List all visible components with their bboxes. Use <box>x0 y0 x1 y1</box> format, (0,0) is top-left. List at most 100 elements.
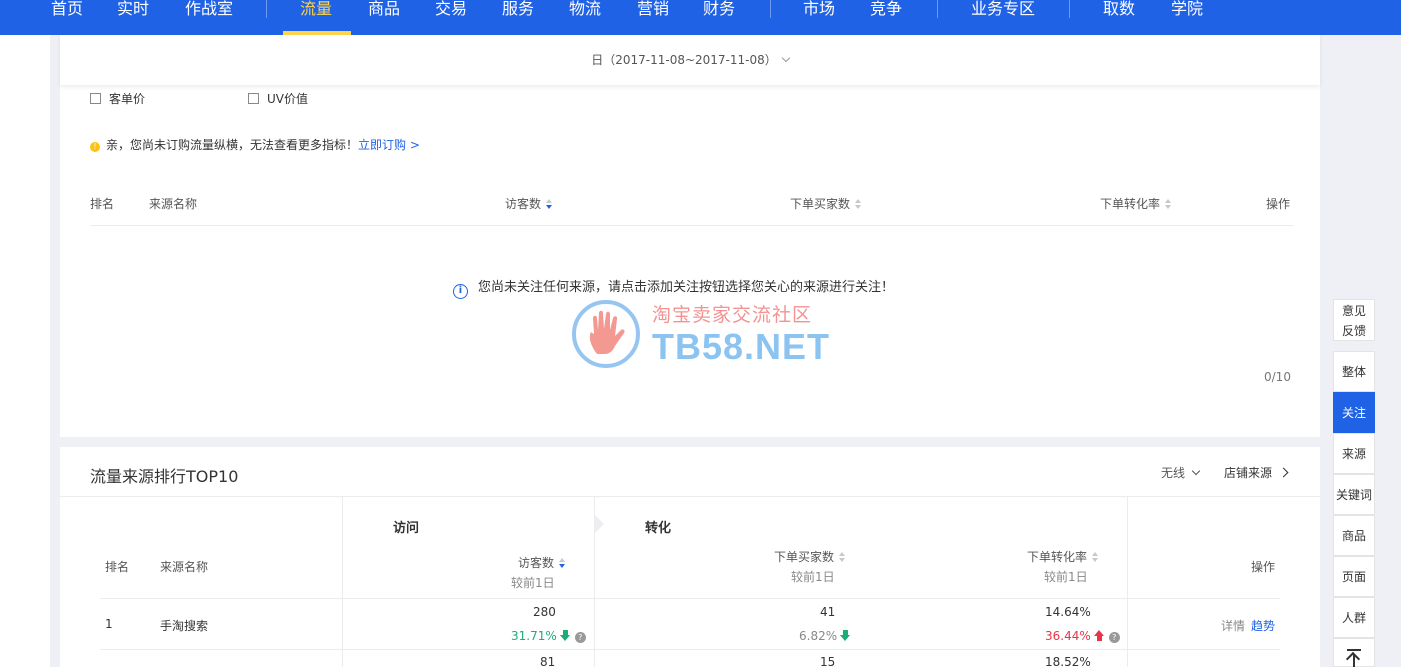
header-source-name: 来源名称 <box>149 197 198 211</box>
top-nav-bar: 首页 实时 作战室 流量 商品 交易 服务 物流 营销 财务 市场 竞争 业务专… <box>0 0 1401 35</box>
row-buyers: 15 <box>820 655 836 667</box>
info-icon: i <box>453 284 468 299</box>
table-divider <box>100 649 1280 650</box>
nav-divider <box>937 0 938 18</box>
arrow-down-icon <box>559 630 571 641</box>
hand-icon <box>589 310 625 354</box>
help-icon[interactable]: ? <box>1108 632 1120 643</box>
sort-icon[interactable] <box>839 552 846 562</box>
feedback-label: 意见反馈 <box>1341 304 1366 338</box>
row-conversion: 18.52% <box>1045 655 1091 667</box>
warning-icon: ! <box>90 142 100 152</box>
sort-icon[interactable] <box>855 199 862 209</box>
row-conversion-change: 36.44%? <box>1045 629 1120 643</box>
date-filter-label: 日（2017-11-08~2017-11-08） <box>591 53 777 67</box>
chevron-right-icon <box>1278 467 1289 478</box>
nav-marketing[interactable]: 营销 <box>637 0 669 35</box>
row-visitors: 280 <box>533 605 556 619</box>
row-buyers-change: 6.82% <box>799 629 851 643</box>
panel-divider <box>60 496 1320 497</box>
sort-icon[interactable] <box>546 199 553 209</box>
row-detail-link[interactable]: 详情 <box>1221 617 1245 634</box>
checkbox-label: 客单价 <box>109 92 146 106</box>
checkbox-label: UV价值 <box>267 92 308 106</box>
sort-icon[interactable] <box>1092 552 1099 562</box>
header-visitors[interactable]: 访客数 <box>518 554 566 571</box>
group-arrow <box>594 514 604 534</box>
chevron-down-icon <box>781 53 791 63</box>
checkbox-uv-value[interactable]: UV价值 <box>248 90 308 107</box>
header-buyers[interactable]: 下单买家数 <box>774 548 846 565</box>
top10-title: 流量来源排行TOP10 <box>90 467 239 486</box>
feedback-button[interactable]: 意见反馈 <box>1333 299 1375 341</box>
column-divider <box>342 497 343 667</box>
nav-academy[interactable]: 学院 <box>1171 0 1203 35</box>
nav-finance[interactable]: 财务 <box>703 0 735 35</box>
nav-market[interactable]: 市场 <box>803 0 835 35</box>
nav-divider <box>266 0 267 18</box>
subscription-notice: ! 亲，您尚未订购流量纵横，无法查看更多指标！立即订购 > <box>90 136 420 153</box>
checkbox-avg-order-value[interactable]: 客单价 <box>90 90 145 107</box>
table-divider <box>100 598 1280 599</box>
left-gutter <box>0 35 50 667</box>
row-buyers: 41 <box>820 605 836 619</box>
header-compare: 较前1日 <box>1044 570 1088 584</box>
row-rank: 1 <box>105 617 113 631</box>
nav-realtime[interactable]: 实时 <box>117 0 149 35</box>
row-trend-link[interactable]: 趋势 <box>1251 617 1275 634</box>
side-nav-followed[interactable]: 关注 <box>1333 392 1375 433</box>
row-source-name: 手淘搜索 <box>160 619 209 633</box>
nav-home[interactable]: 首页 <box>51 0 83 35</box>
shop-source-link[interactable]: 店铺来源 <box>1224 464 1289 481</box>
header-compare: 较前1日 <box>511 576 555 590</box>
header-visitors[interactable]: 访客数 <box>505 195 553 212</box>
nav-trade[interactable]: 交易 <box>435 0 467 35</box>
nav-service[interactable]: 服务 <box>502 0 534 35</box>
side-nav-audience[interactable]: 人群 <box>1333 597 1375 638</box>
nav-product[interactable]: 商品 <box>368 0 400 35</box>
checkbox-icon[interactable] <box>248 93 259 104</box>
side-nav-page[interactable]: 页面 <box>1333 556 1375 597</box>
header-conversion[interactable]: 下单转化率 <box>1100 195 1172 212</box>
row-visitors: 81 <box>540 655 556 667</box>
header-compare: 较前1日 <box>791 570 835 584</box>
notice-text: 亲，您尚未订购流量纵横，无法查看更多指标！ <box>106 138 359 152</box>
help-icon[interactable]: ? <box>574 632 586 643</box>
subscribe-link[interactable]: 立即订购 > <box>358 138 420 152</box>
side-nav-product[interactable]: 商品 <box>1333 515 1375 556</box>
nav-competition[interactable]: 竞争 <box>870 0 902 35</box>
header-rank: 排名 <box>105 560 130 574</box>
table-divider <box>90 225 1294 226</box>
watermark: 淘宝卖家交流社区 TB58.NET <box>572 298 832 368</box>
chevron-down-icon <box>1191 466 1201 476</box>
nav-traffic[interactable]: 流量 <box>300 0 332 35</box>
date-filter[interactable]: 日（2017-11-08~2017-11-08） <box>60 35 1320 85</box>
header-buyers[interactable]: 下单买家数 <box>790 195 862 212</box>
nav-divider <box>770 0 771 18</box>
nav-war-room[interactable]: 作战室 <box>185 0 233 35</box>
header-action: 操作 <box>1266 197 1291 211</box>
header-rank: 排名 <box>90 197 115 211</box>
sort-icon[interactable] <box>1165 199 1172 209</box>
nav-logistics[interactable]: 物流 <box>569 0 601 35</box>
nav-data-fetch[interactable]: 取数 <box>1103 0 1135 35</box>
checkbox-icon[interactable] <box>90 93 101 104</box>
side-nav-source[interactable]: 来源 <box>1333 433 1375 474</box>
followed-count: 0/10 <box>1264 370 1291 384</box>
group-visit: 访问 <box>393 521 420 536</box>
column-divider <box>1127 497 1128 667</box>
sort-icon[interactable] <box>559 558 566 568</box>
header-conversion[interactable]: 下单转化率 <box>1027 548 1099 565</box>
row-conversion: 14.64% <box>1045 605 1091 619</box>
side-nav-keyword[interactable]: 关键词 <box>1333 474 1375 515</box>
device-filter[interactable]: 无线 <box>1161 464 1201 481</box>
watermark-title: 淘宝卖家交流社区 <box>652 304 813 326</box>
arrow-up-icon <box>1093 630 1105 641</box>
side-nav-overall[interactable]: 整体 <box>1333 351 1375 392</box>
header-source-name: 来源名称 <box>160 560 209 574</box>
nav-divider <box>1069 0 1070 18</box>
nav-business-zone[interactable]: 业务专区 <box>971 0 1035 35</box>
back-to-top-icon-stem <box>1353 655 1355 667</box>
watermark-site: TB58.NET <box>652 326 831 367</box>
empty-state: i 您尚未关注任何来源，请点击添加关注按钮选择您关心的来源进行关注！ <box>453 276 894 299</box>
